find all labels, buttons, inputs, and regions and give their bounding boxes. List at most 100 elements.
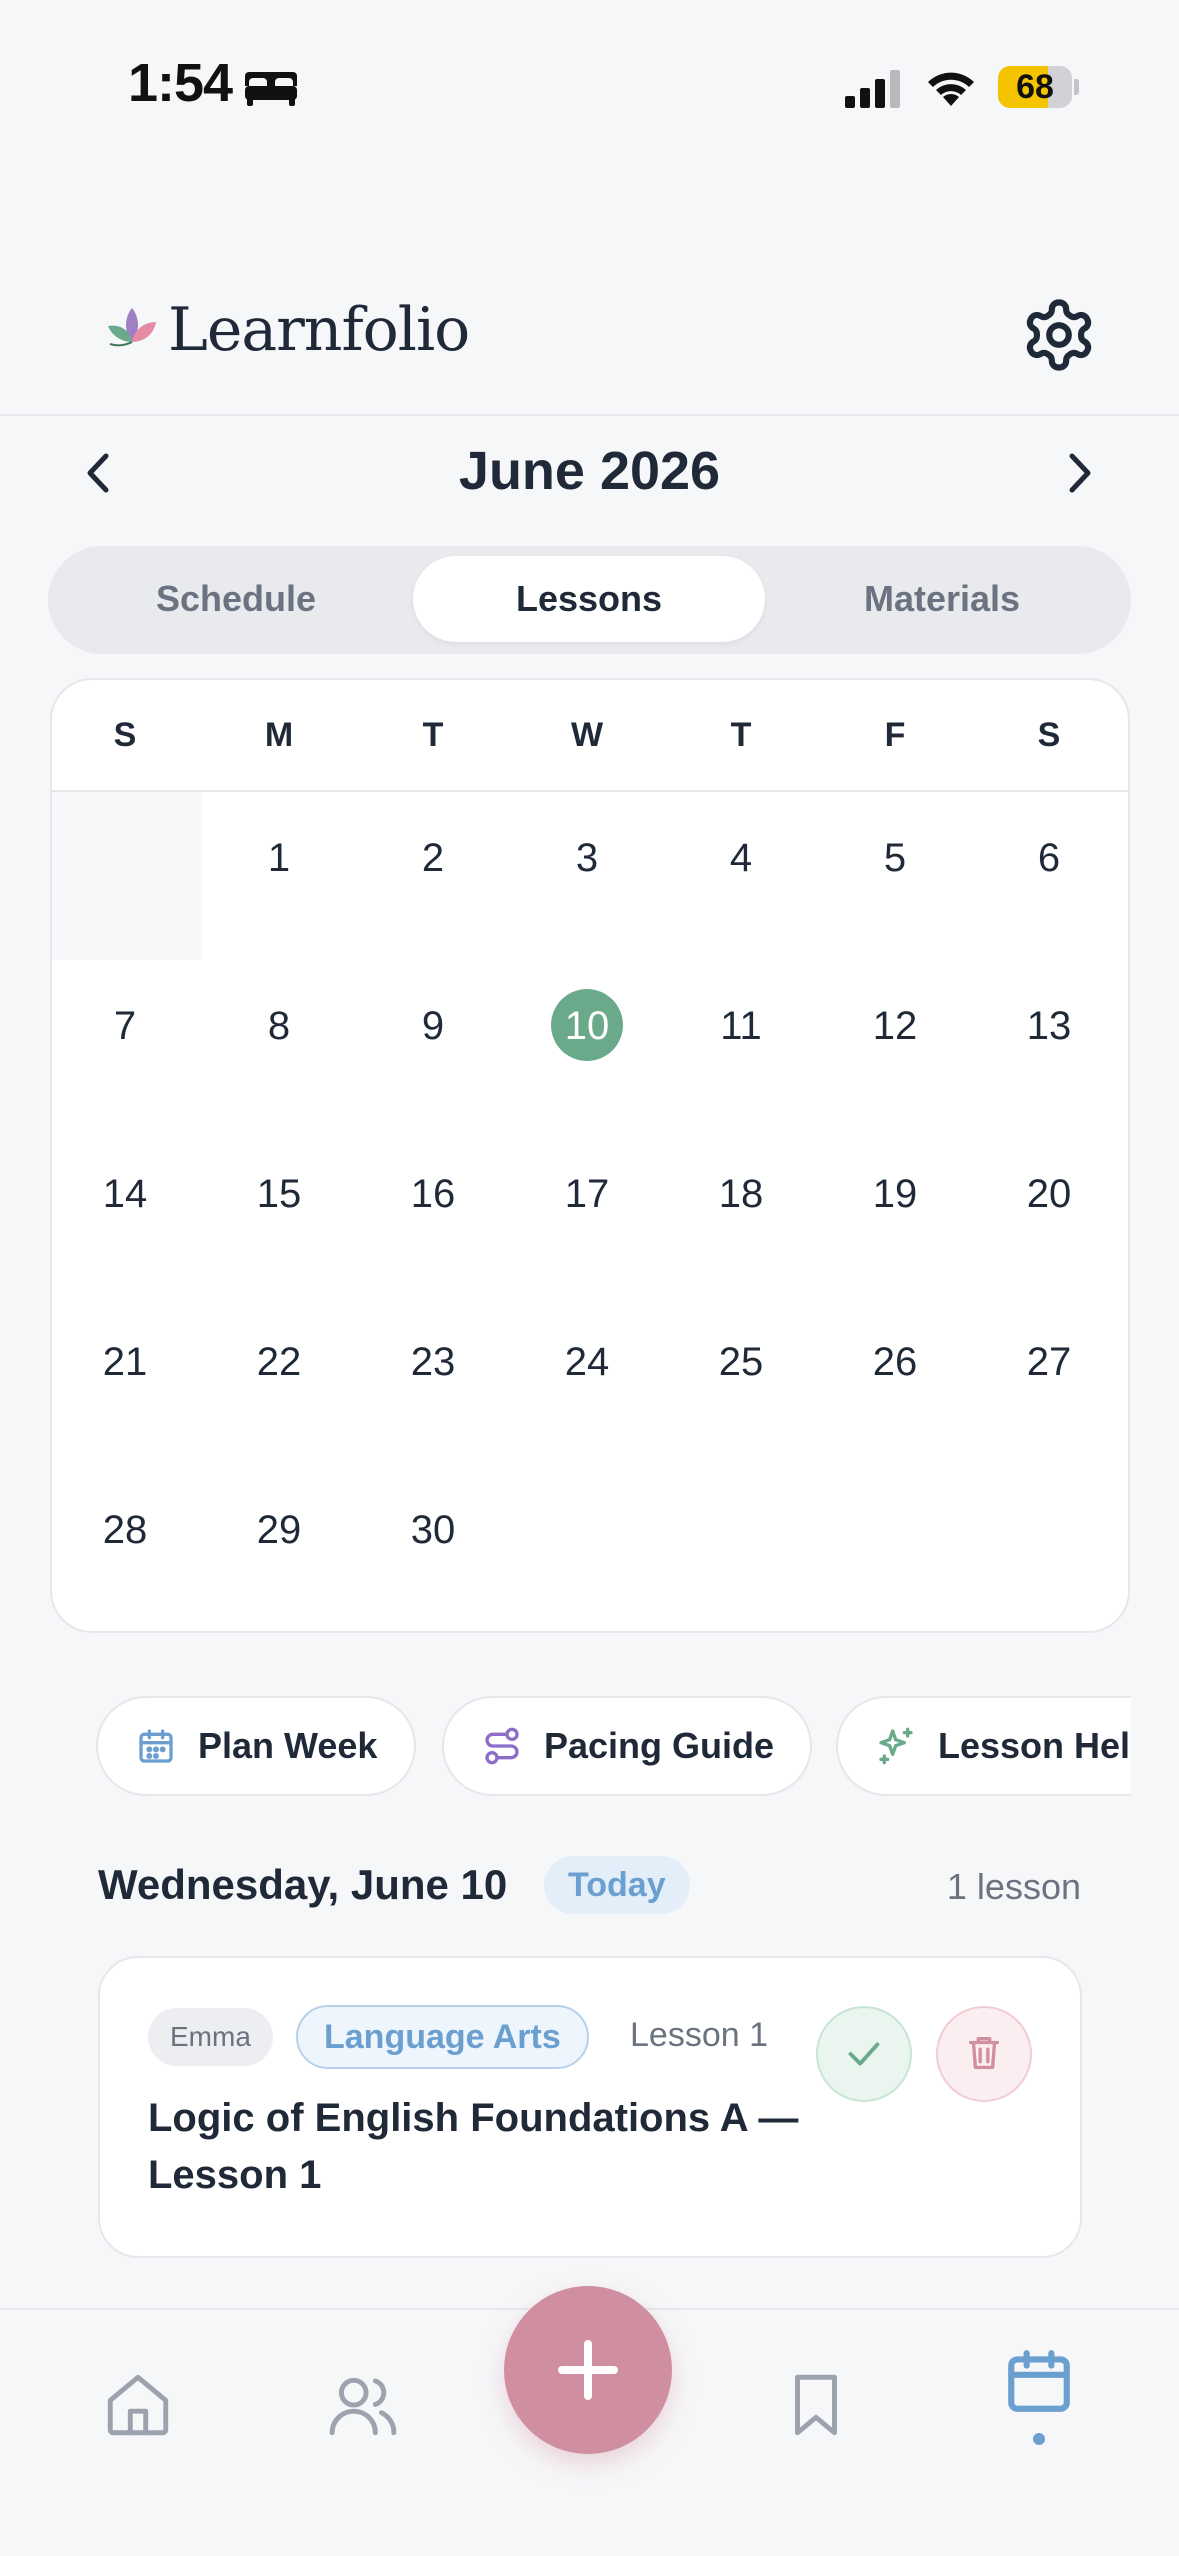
calendar-day-11[interactable]: 11 — [664, 960, 818, 1128]
day-number: 13 — [1026, 1004, 1072, 1048]
calendar-day-27[interactable]: 27 — [972, 1296, 1126, 1464]
calendar-icon — [139, 1729, 173, 1763]
mark-complete-button[interactable] — [816, 2006, 912, 2102]
day-number: 18 — [718, 1172, 764, 1216]
weekday-label: M — [264, 716, 294, 754]
day-number: 15 — [256, 1172, 302, 1216]
day-number: 17 — [564, 1172, 610, 1216]
day-number: 24 — [564, 1340, 610, 1384]
day-number: 11 — [720, 1004, 762, 1048]
settings-gear-icon[interactable] — [1020, 296, 1098, 374]
calendar-day-5[interactable]: 5 — [818, 792, 972, 960]
wifi-icon — [928, 72, 974, 106]
calendar-day-20[interactable]: 20 — [972, 1128, 1126, 1296]
calendar-day-15[interactable]: 15 — [202, 1128, 356, 1296]
calendar-day-19[interactable]: 19 — [818, 1128, 972, 1296]
day-number: 21 — [102, 1340, 148, 1384]
calendar-day-2[interactable]: 2 — [356, 792, 510, 960]
calendar-day-9[interactable]: 9 — [356, 960, 510, 1128]
day-number: 27 — [1026, 1340, 1072, 1384]
calendar-day-24[interactable]: 24 — [510, 1296, 664, 1464]
home-icon[interactable] — [101, 2368, 175, 2442]
tab-materials[interactable]: Materials — [766, 556, 1118, 642]
day-number: 5 — [883, 836, 907, 880]
lesson-card[interactable]: Emma Language Arts Lesson 1 Logic of Eng… — [98, 1956, 1082, 2258]
calendar-day-4[interactable]: 4 — [664, 792, 818, 960]
day-number: 20 — [1026, 1172, 1072, 1216]
weekday-label: S — [1037, 716, 1061, 754]
delete-lesson-button[interactable] — [936, 2006, 1032, 2102]
app-name: Learnfolio — [168, 295, 470, 365]
tab-schedule[interactable]: Schedule — [60, 556, 412, 642]
calendar-day-23[interactable]: 23 — [356, 1296, 510, 1464]
selected-day-heading: Wednesday, June 10 — [98, 1861, 508, 1908]
day-number: 12 — [872, 1004, 918, 1048]
trash-icon — [968, 2036, 1000, 2070]
calendar-day-26[interactable]: 26 — [818, 1296, 972, 1464]
day-number: 14 — [102, 1172, 148, 1216]
day-number: 9 — [421, 1004, 445, 1048]
day-number: 30 — [410, 1508, 456, 1552]
calendar-day-16[interactable]: 16 — [356, 1128, 510, 1296]
calendar-empty-cell — [52, 792, 202, 960]
calendar-empty-cell — [664, 1464, 818, 1631]
pacing-guide-label: Pacing Guide — [544, 1725, 775, 1766]
checkmark-icon — [848, 2042, 880, 2066]
calendar-day-13[interactable]: 13 — [972, 960, 1126, 1128]
calendar-day-30[interactable]: 30 — [356, 1464, 510, 1631]
calendar-day-12[interactable]: 12 — [818, 960, 972, 1128]
tab-lessons[interactable]: Lessons — [413, 556, 765, 642]
calendar-day-25[interactable]: 25 — [664, 1296, 818, 1464]
weekday-label: W — [570, 716, 604, 754]
add-button[interactable] — [504, 2286, 672, 2454]
calendar-tab-icon[interactable] — [1002, 2344, 1076, 2418]
day-number: 8 — [267, 1004, 291, 1048]
day-number: 23 — [410, 1340, 456, 1384]
active-tab-indicator — [1033, 2433, 1045, 2445]
day-number: 10 — [564, 1004, 610, 1048]
month-calendar: SMTWTFS 1 2 3 4 5 6 7 8 9 10 11 12 13 14 15 16 17 18 19 20 2… — [50, 678, 1130, 1633]
lotus-logo-icon — [108, 308, 156, 347]
calendar-empty-cell — [510, 1464, 664, 1631]
add-icon — [558, 2340, 618, 2400]
battery-indicator: 68 — [998, 66, 1079, 108]
next-month-chevron-icon[interactable] — [1058, 448, 1102, 498]
pacing-guide-button[interactable]: Pacing Guide — [442, 1696, 812, 1796]
status-time: 1:54 — [128, 53, 233, 113]
today-badge: Today — [544, 1856, 690, 1914]
lesson-title: Logic of English Foundations A — Lesson … — [148, 2096, 799, 2197]
day-number: 25 — [718, 1340, 764, 1384]
calendar-day-21[interactable]: 21 — [52, 1296, 202, 1464]
day-number: 19 — [872, 1172, 918, 1216]
day-number: 2 — [421, 836, 445, 880]
calendar-day-29[interactable]: 29 — [202, 1464, 356, 1631]
students-icon[interactable] — [326, 2368, 400, 2442]
plan-week-button[interactable]: Plan Week — [96, 1696, 416, 1796]
calendar-day-1[interactable]: 1 — [202, 792, 356, 960]
route-icon — [485, 1727, 519, 1765]
bookmark-icon[interactable] — [779, 2368, 853, 2442]
calendar-day-18[interactable]: 18 — [664, 1128, 818, 1296]
calendar-day-14[interactable]: 14 — [52, 1128, 202, 1296]
lesson-help-button[interactable]: Lesson Help — [836, 1696, 1131, 1796]
day-number: 4 — [729, 836, 753, 880]
calendar-day-7[interactable]: 7 — [52, 960, 202, 1128]
cellular-signal-icon — [845, 70, 900, 108]
calendar-day-6[interactable]: 6 — [972, 792, 1126, 960]
weekday-label: T — [730, 716, 752, 754]
sparkles-icon — [879, 1727, 913, 1765]
weekday-label: F — [884, 716, 906, 754]
calendar-day-10[interactable]: 10 — [510, 960, 664, 1128]
plan-week-label: Plan Week — [198, 1725, 378, 1766]
calendar-day-8[interactable]: 8 — [202, 960, 356, 1128]
calendar-day-17[interactable]: 17 — [510, 1128, 664, 1296]
calendar-day-3[interactable]: 3 — [510, 792, 664, 960]
weekday-label: S — [113, 716, 137, 754]
student-badge: Emma — [148, 2008, 273, 2066]
day-number: 16 — [410, 1172, 456, 1216]
weekday-label: T — [422, 716, 444, 754]
lesson-help-label: Lesson Help — [938, 1725, 1131, 1766]
calendar-day-28[interactable]: 28 — [52, 1464, 202, 1631]
weekday-header-row: SMTWTFS — [52, 680, 1128, 792]
calendar-day-22[interactable]: 22 — [202, 1296, 356, 1464]
